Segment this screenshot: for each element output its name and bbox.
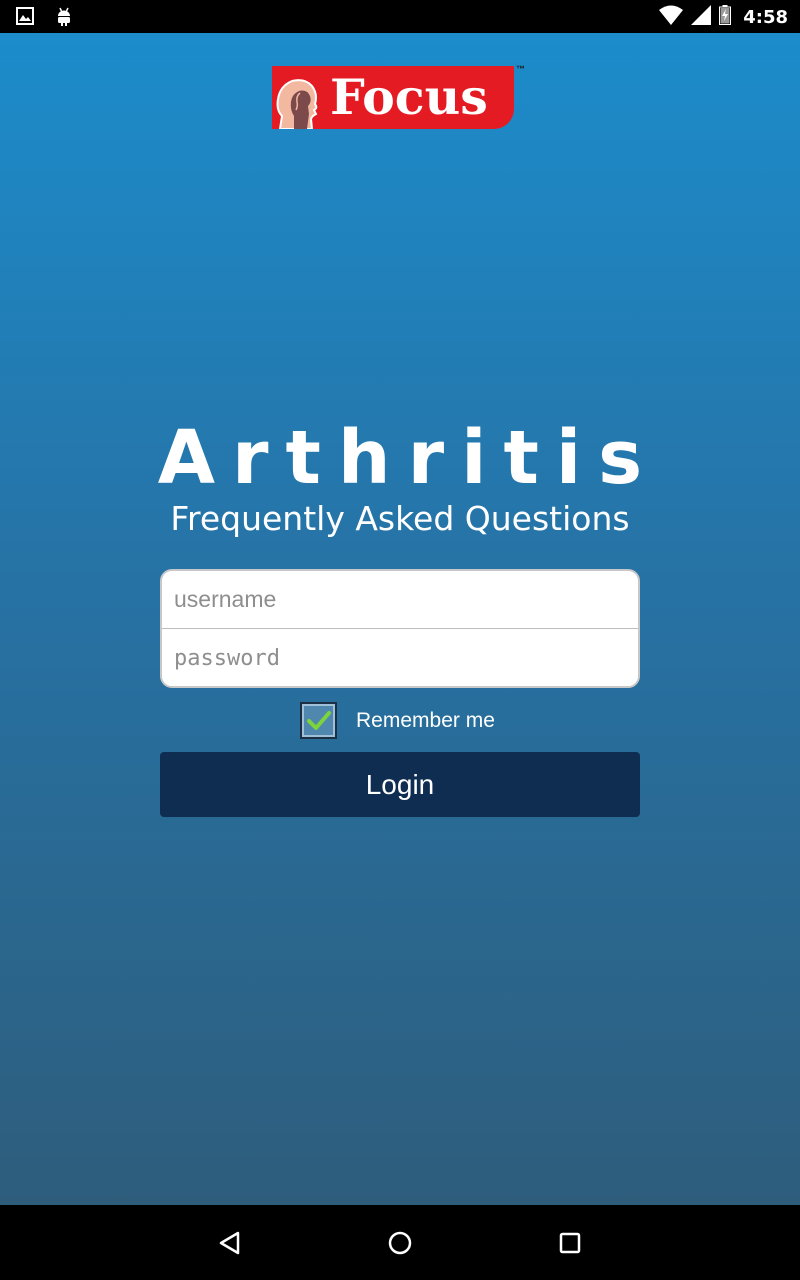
remember-me-checkbox[interactable]	[300, 702, 337, 739]
wifi-icon	[659, 5, 684, 30]
username-input[interactable]	[174, 586, 624, 613]
back-icon	[219, 1231, 240, 1255]
focus-logo: Focus ™	[272, 64, 528, 130]
image-icon	[16, 7, 34, 32]
status-right-icons: 4:58	[659, 5, 788, 30]
password-input[interactable]	[174, 645, 624, 671]
remember-me-row: Remember me	[300, 700, 495, 741]
cell-signal-icon	[691, 5, 712, 30]
login-form	[160, 569, 640, 688]
trademark-symbol: ™	[516, 64, 525, 74]
home-icon	[388, 1231, 412, 1255]
password-field-row	[162, 629, 638, 686]
recents-button[interactable]	[550, 1223, 590, 1263]
status-left-icons	[16, 7, 72, 32]
app-screen: 4:58 Focus ™ Arthritis Frequently Asked …	[0, 0, 800, 1280]
page-title: Arthritis	[157, 415, 660, 501]
battery-charging-icon	[719, 5, 732, 30]
android-debug-icon	[56, 7, 72, 32]
login-screen: Focus ™ Arthritis Frequently Asked Quest…	[0, 33, 800, 1205]
username-field-row	[162, 571, 638, 629]
login-button[interactable]: Login	[160, 752, 640, 817]
recents-icon	[559, 1232, 581, 1254]
checkmark-icon	[306, 710, 331, 730]
home-button[interactable]	[380, 1223, 420, 1263]
logo-text: Focus	[330, 68, 488, 126]
back-button[interactable]	[210, 1223, 250, 1263]
remember-me-label[interactable]: Remember me	[356, 709, 495, 733]
head-silhouette-icon	[276, 79, 318, 129]
page-subtitle: Frequently Asked Questions	[170, 499, 630, 538]
status-clock: 4:58	[743, 7, 788, 28]
status-bar: 4:58	[0, 0, 800, 33]
logo-badge: Focus	[272, 66, 514, 129]
navigation-bar	[0, 1205, 800, 1280]
